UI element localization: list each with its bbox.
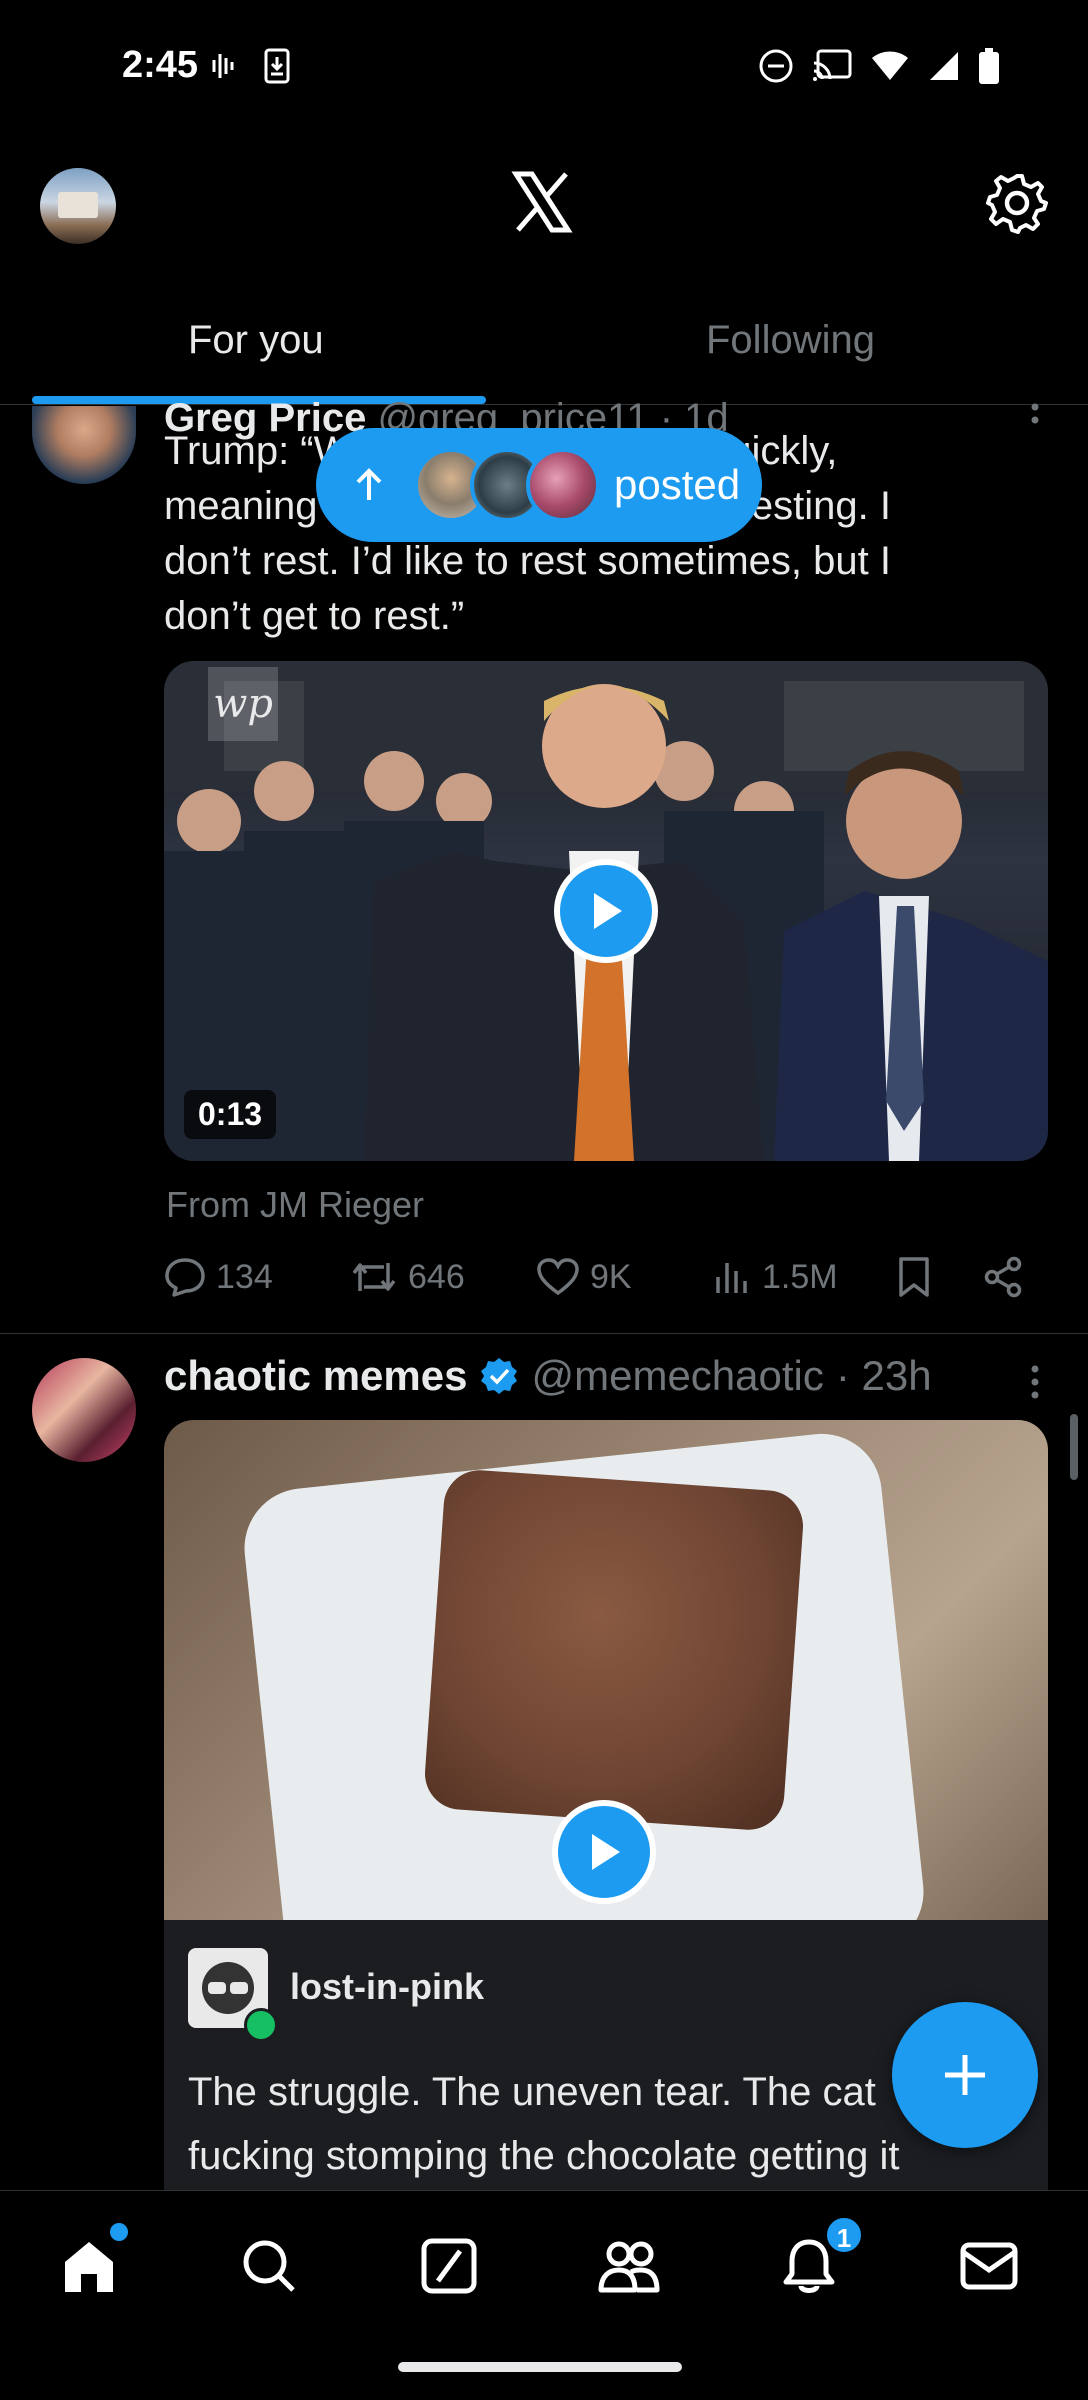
tweet[interactable]: Greg Price @greg_price11 · 1d Trump: “W …	[0, 396, 1088, 1334]
home-icon	[65, 2242, 113, 2292]
pill-label: posted	[614, 461, 741, 508]
compose-button[interactable]	[892, 2002, 1038, 2148]
play-button[interactable]	[554, 859, 658, 963]
wifi-icon	[872, 51, 908, 80]
nav-notifications[interactable]: 1	[774, 2215, 864, 2301]
top-bar	[0, 150, 1088, 260]
repost-count: 646	[408, 1257, 465, 1296]
reply-button[interactable]: 134	[164, 1257, 350, 1297]
share-icon	[984, 1256, 1022, 1298]
nav-search[interactable]	[234, 2231, 304, 2301]
bookmark-button[interactable]	[896, 1256, 982, 1298]
brownie-image	[422, 1467, 806, 1833]
status-right-icons	[758, 48, 1000, 84]
bookmark-icon	[899, 1257, 929, 1297]
home-indicator[interactable]	[398, 2362, 682, 2372]
search-icon	[243, 2240, 295, 2292]
share-button[interactable]	[982, 1256, 1024, 1298]
author-avatar[interactable]	[32, 406, 136, 484]
do-not-disturb-icon	[759, 49, 793, 83]
scrollbar[interactable]	[1070, 1414, 1078, 1480]
gear-icon[interactable]	[986, 172, 1048, 234]
quote-text-line: fucking stomping the chocolate getting i…	[188, 2134, 900, 2178]
repost-button[interactable]: 646	[350, 1257, 536, 1297]
tweet-header: chaotic memes @memechaotic · 23h	[164, 1352, 932, 1400]
arrow-up-icon	[356, 468, 382, 500]
tweet-text-line: don’t rest. I’d like to rest sometimes, …	[164, 539, 891, 583]
reblog-badge-icon	[244, 2008, 278, 2042]
messages-icon	[960, 2242, 1018, 2290]
like-count: 9K	[590, 1257, 632, 1296]
views-icon	[716, 1263, 747, 1293]
like-button[interactable]: 9K	[536, 1257, 712, 1297]
heart-icon	[537, 1258, 579, 1296]
timeline-tabs: For you Following	[0, 290, 1088, 405]
author-name[interactable]: chaotic memes	[164, 1352, 467, 1400]
video-source[interactable]: From JM Rieger	[166, 1184, 424, 1226]
nav-messages[interactable]	[954, 2231, 1024, 2301]
author-handle: @memechaotic	[531, 1352, 824, 1399]
x-logo-icon[interactable]	[510, 170, 574, 234]
video-duration: 0:13	[184, 1090, 277, 1139]
reply-icon	[165, 1258, 205, 1297]
nav-grok[interactable]	[414, 2231, 484, 2301]
tab-for-you[interactable]: For you	[188, 318, 324, 363]
profile-avatar[interactable]	[40, 168, 116, 244]
views-button[interactable]: 1.5M	[712, 1257, 896, 1297]
cast-icon	[813, 49, 852, 81]
watermark-logo: wp	[208, 667, 278, 741]
tweet-video[interactable]: wp 0:13	[164, 661, 1048, 1161]
verified-badge-icon	[481, 1358, 518, 1394]
status-bar: 2:45	[0, 0, 1088, 130]
grok-icon	[421, 2238, 477, 2294]
views-count: 1.5M	[762, 1257, 838, 1296]
play-button[interactable]	[552, 1800, 656, 1904]
repost-icon	[352, 1263, 396, 1291]
reply-count: 134	[216, 1257, 273, 1296]
author-avatar[interactable]	[32, 1358, 136, 1462]
tab-following[interactable]: Following	[706, 318, 875, 363]
communities-icon	[598, 2241, 660, 2293]
status-time: 2:45	[122, 44, 199, 86]
nav-home[interactable]	[54, 2223, 128, 2301]
play-icon	[594, 893, 622, 929]
download-icon	[264, 48, 290, 84]
tweet-text-line: don’t get to rest.”	[164, 594, 465, 638]
battery-icon	[979, 48, 999, 84]
plus-icon	[945, 2055, 985, 2095]
more-options-icon[interactable]	[1030, 1364, 1040, 1404]
quote-author-name: lost-in-pink	[290, 1966, 484, 2007]
signal-icon	[930, 52, 958, 80]
tweet-actions: 134 646 9K 1.5M	[164, 1256, 1044, 1298]
poster-avatar	[526, 448, 600, 522]
tweet-time: · 23h	[835, 1352, 932, 1399]
new-posts-pill[interactable]: posted	[316, 428, 762, 542]
nav-communities[interactable]	[594, 2231, 664, 2301]
voicemail-icon	[212, 54, 234, 78]
status-left-icons	[210, 48, 290, 84]
notification-badge: 1	[824, 2215, 864, 2255]
play-icon	[592, 1834, 620, 1870]
new-content-dot	[110, 2223, 128, 2241]
